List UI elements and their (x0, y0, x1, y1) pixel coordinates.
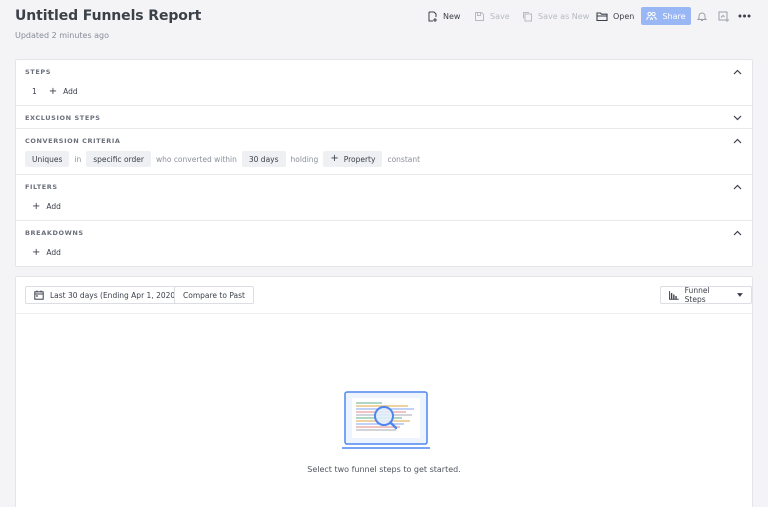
add-to-board-button[interactable] (716, 9, 730, 23)
order-dropdown[interactable]: specific order (86, 151, 151, 167)
new-label: New (443, 12, 461, 21)
constant-text: constant (387, 154, 421, 164)
steps-heading: STEPS (25, 68, 52, 76)
report-title[interactable]: Untitled Funnels Report (15, 8, 201, 24)
compare-label: Compare to Past (183, 290, 245, 300)
chevron-up-icon[interactable] (733, 230, 742, 236)
save-as-new-button[interactable]: Save as New (522, 8, 589, 25)
save-label: Save (490, 12, 510, 21)
date-range-label: Last 30 days (Ending Apr 1, 2020) (50, 290, 179, 300)
open-button[interactable]: Open (596, 8, 634, 25)
chevron-up-icon[interactable] (733, 184, 742, 190)
step-number: 1 (32, 87, 37, 96)
open-label: Open (613, 12, 635, 21)
filters-section: FILTERS + Add (16, 175, 752, 221)
last-updated-text: Updated 2 minutes ago (15, 31, 110, 40)
plus-icon: + (32, 200, 41, 212)
add-breakdown-button[interactable]: Add (46, 248, 61, 257)
exclusion-steps-section: EXCLUSION STEPS (16, 106, 752, 129)
plus-icon: + (32, 246, 41, 258)
more-icon (738, 14, 750, 18)
add-step-button[interactable]: Add (63, 87, 78, 96)
chevron-up-icon[interactable] (733, 69, 742, 75)
in-text: in (74, 154, 82, 164)
report-header: Untitled Funnels Report Updated 2 minute… (0, 0, 768, 56)
caret-down-icon (737, 293, 744, 297)
steps-section: STEPS 1 + Add (16, 60, 752, 106)
breakdowns-heading: BREAKDOWNS (25, 229, 84, 237)
alert-button[interactable] (695, 9, 709, 23)
funnel-steps-icon (669, 290, 679, 300)
holding-text: holding (290, 154, 319, 164)
add-filter-row: + Add (32, 200, 61, 212)
add-filter-button[interactable]: Add (46, 202, 61, 211)
chevron-down-icon[interactable] (733, 115, 742, 121)
more-options-button[interactable] (737, 9, 751, 23)
plus-icon: + (330, 153, 339, 164)
bell-icon (697, 12, 707, 21)
results-toolbar: Last 30 days (Ending Apr 1, 2020) Compar… (16, 277, 752, 314)
calendar-icon (34, 290, 44, 300)
share-users-icon (646, 11, 658, 21)
plus-icon: + (48, 85, 58, 97)
folder-icon (596, 12, 608, 22)
steps-row: 1 + Add (32, 85, 78, 97)
share-label: Share (662, 11, 686, 21)
date-range-picker[interactable]: Last 30 days (Ending Apr 1, 2020) (25, 286, 188, 304)
board-icon (718, 11, 729, 22)
conversion-criteria-heading: CONVERSION CRITERIA (25, 137, 121, 145)
uniques-dropdown[interactable]: Uniques (25, 151, 70, 167)
filters-heading: FILTERS (25, 183, 58, 191)
empty-state-message: Select two funnel steps to get started. (307, 465, 461, 474)
add-property-button[interactable]: + Property (323, 151, 383, 167)
conversion-window-dropdown[interactable]: 30 days (241, 151, 286, 167)
add-breakdown-row: + Add (32, 246, 61, 258)
copy-icon (523, 12, 532, 22)
new-file-icon (428, 11, 437, 22)
empty-state-illustration (342, 391, 430, 449)
who-converted-text: who converted within (155, 154, 237, 164)
compare-to-past-button[interactable]: Compare to Past (174, 286, 254, 304)
chart-type-label: Funnel Steps (684, 286, 710, 304)
save-button[interactable]: Save (474, 8, 510, 25)
conversion-criteria-row: Uniques in specific order who converted … (25, 151, 425, 167)
chevron-up-icon[interactable] (733, 138, 742, 144)
exclusion-steps-heading: EXCLUSION STEPS (25, 114, 101, 122)
save-icon (475, 12, 484, 21)
share-button[interactable]: Share (641, 7, 691, 25)
results-card: Last 30 days (Ending Apr 1, 2020) Compar… (15, 276, 753, 507)
breakdowns-section: BREAKDOWNS + Add (16, 221, 752, 267)
save-as-new-label: Save as New (538, 12, 590, 21)
chart-type-dropdown[interactable]: Funnel Steps (660, 286, 752, 304)
property-label: Property (343, 154, 376, 164)
new-button[interactable]: New (427, 8, 460, 25)
